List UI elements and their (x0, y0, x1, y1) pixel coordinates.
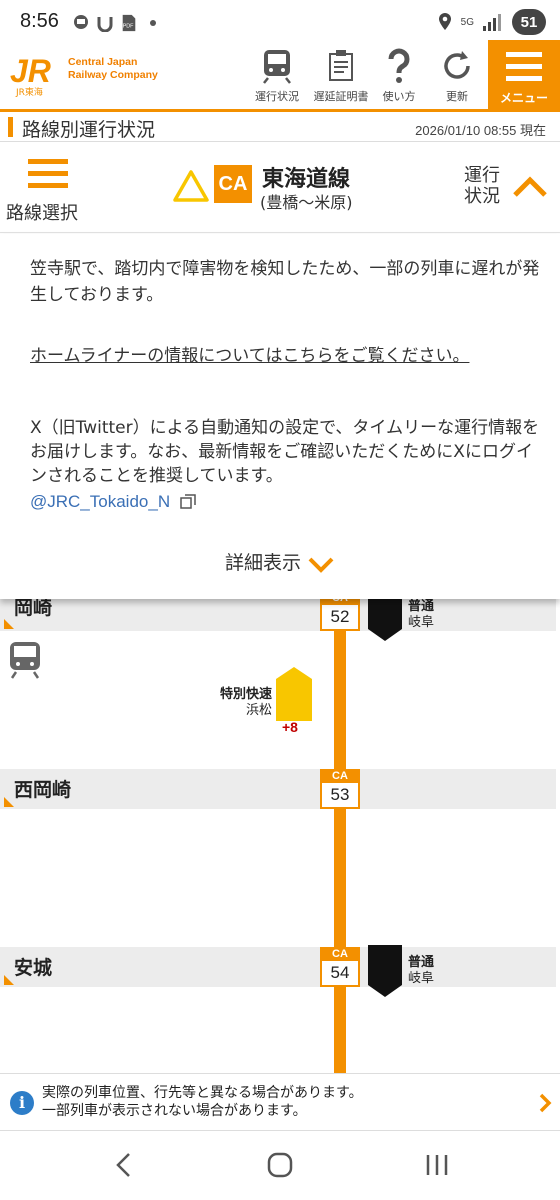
location-icon (438, 13, 451, 30)
rapid-train-label: 特別快速 浜松 (219, 687, 272, 718)
rapid-train-marker[interactable] (276, 667, 312, 721)
info-icon: i (10, 1091, 34, 1115)
home-icon[interactable] (266, 1151, 294, 1179)
line-menu-icon (28, 159, 68, 188)
how-to-use-button[interactable]: 使い方 (366, 46, 432, 106)
delay-minutes: +8 (282, 719, 298, 735)
train-legend-icon (10, 642, 40, 679)
status-bar: 8:56 PDF 5G 51 (0, 0, 560, 44)
station-row[interactable]: 西岡崎 (0, 769, 556, 809)
train-position-map[interactable]: 岡崎 CA 52 普通 岐阜 特別快速 浜松 +8 西岡崎 CA 53 安城 (0, 599, 560, 1073)
line-app-icon (74, 15, 88, 29)
twitter-notice: X（旧Twitter）による自動通知の設定で、タイムリーな運行情報をお届けします… (30, 418, 540, 486)
station-corner-mark (4, 797, 14, 807)
menu-button[interactable]: メニュー (488, 40, 560, 112)
station-name: 安城 (14, 957, 53, 979)
page-title: 路線別運行状況 (22, 119, 156, 141)
train-label: 普通 岐阜 (408, 599, 435, 630)
app-header: JR JR東海 Central Japan Railway Company 運行… (0, 40, 560, 112)
status-collapse-toggle[interactable]: 運行状況 (462, 165, 554, 215)
line-select-button[interactable]: 路線選択 (6, 153, 92, 229)
station-number-badge: CA 52 (320, 599, 360, 631)
chevron-down-icon (308, 557, 334, 573)
twitter-account-link[interactable]: @JRC_Tokaido_N (30, 492, 196, 512)
question-icon (388, 48, 410, 83)
station-number-badge: CA 53 (320, 769, 360, 809)
homeliner-info-link[interactable]: ホームライナーの情報についてはこちらをご覧ください。 (30, 344, 540, 368)
train-icon (263, 50, 291, 84)
u-app-icon (97, 17, 113, 32)
battery-indicator: 51 (512, 9, 546, 35)
pdf-icon: PDF (122, 14, 136, 32)
brand-name: Central Japan Railway Company (68, 56, 158, 81)
svg-text:JR東海: JR東海 (15, 86, 43, 98)
train-label: 普通 岐阜 (408, 955, 435, 986)
station-corner-mark (4, 975, 14, 985)
svg-text:PDF: PDF (123, 24, 134, 30)
refresh-icon (444, 51, 470, 79)
page-title-bar: 路線別運行状況 2026/01/10 08:55 現在 (0, 112, 560, 142)
station-name: 西岡崎 (14, 779, 72, 801)
show-details-button[interactable]: 詳細表示 (0, 548, 560, 575)
title-accent (8, 117, 13, 137)
warning-triangle-icon (173, 170, 209, 202)
signal-icon (483, 14, 501, 31)
delay-certificate-button[interactable]: 遅延証明書 (308, 46, 374, 106)
status-time: 8:56 (20, 10, 59, 32)
station-row[interactable]: 安城 (0, 947, 556, 987)
line-info: CA 東海道線 (豊橋〜米原) (170, 159, 400, 219)
station-name: 岡崎 (14, 599, 53, 619)
jr-logo[interactable]: JR JR東海 (8, 50, 64, 102)
operation-status-button[interactable]: 運行状況 (244, 46, 310, 106)
status-message-panel: 笠寺駅で、踏切内で障害物を検知したため、一部の列車に遅れが発生しております。 ホ… (0, 234, 560, 599)
line-header: 路線選択 CA 東海道線 (豊橋〜米原) 運行状況 (0, 143, 560, 233)
train-marker[interactable] (368, 945, 402, 997)
back-icon[interactable] (112, 1151, 136, 1179)
station-corner-mark (4, 619, 14, 629)
line-code-badge: CA (214, 165, 252, 203)
external-link-icon (180, 494, 196, 509)
train-marker[interactable] (368, 599, 402, 641)
delay-message: 笠寺駅で、踏切内で障害物を検知したため、一部の列車に遅れが発生しております。 (30, 259, 540, 305)
line-track (334, 599, 346, 1073)
certificate-icon (329, 50, 353, 81)
refresh-button[interactable]: 更新 (424, 46, 490, 106)
update-timestamp: 2026/01/10 08:55 現在 (415, 123, 546, 138)
accuracy-notice[interactable]: i 実際の列車位置、行先等と異なる場合があります。 一部列車が表示されない場合が… (0, 1073, 560, 1131)
notification-dot (150, 20, 156, 26)
jr-logo-icon: JR JR東海 (10, 53, 51, 98)
svg-text:JR: JR (10, 53, 51, 89)
hamburger-icon (506, 52, 542, 81)
line-section: (豊橋〜米原) (260, 193, 353, 212)
system-nav-bar (0, 1131, 560, 1200)
network-type: 5G (460, 16, 474, 28)
station-row[interactable]: 岡崎 (0, 599, 556, 631)
station-number-badge: CA 54 (320, 947, 360, 987)
recent-apps-icon[interactable] (424, 1151, 450, 1179)
chevron-right-icon (539, 1093, 552, 1113)
chevron-up-icon (513, 176, 547, 197)
